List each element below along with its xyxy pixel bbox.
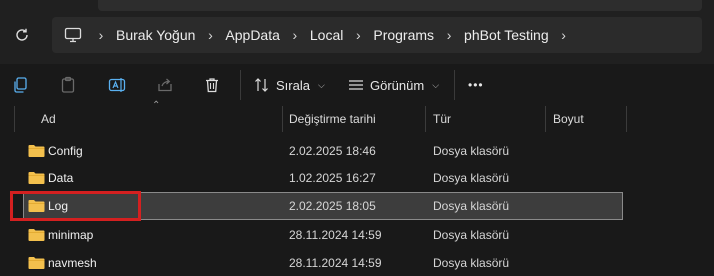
breadcrumb-local[interactable]: Local: [308, 27, 345, 43]
file-type: Dosya klasörü: [433, 228, 510, 242]
computer-icon[interactable]: [64, 26, 82, 44]
rename-icon: [108, 78, 126, 92]
view-icon: [349, 80, 363, 90]
breadcrumb-phbot-testing[interactable]: phBot Testing: [462, 27, 551, 43]
paste-icon: [61, 76, 75, 93]
more-icon: •••: [468, 78, 484, 92]
file-type: Dosya klasörü: [433, 171, 510, 185]
column-header: Ad Değiştirme tarihi Tür Boyut: [0, 106, 714, 132]
breadcrumb-chevron-icon[interactable]: ›: [345, 27, 371, 43]
column-divider[interactable]: [545, 106, 546, 132]
chevron-down-icon: ⌵: [432, 79, 440, 90]
address-bar[interactable]: › Burak Yoğun › AppData › Local › Progra…: [52, 17, 702, 53]
breadcrumb-appdata[interactable]: AppData: [223, 27, 281, 43]
copy-button[interactable]: [9, 74, 31, 96]
file-name: Config: [48, 144, 83, 158]
file-row[interactable]: Data 1.02.2025 16:27 Dosya klasörü: [24, 165, 622, 191]
toolbar-separator: [454, 70, 455, 100]
column-name-header[interactable]: Ad: [41, 106, 56, 132]
file-type: Dosya klasörü: [433, 199, 510, 213]
file-name: Data: [48, 171, 74, 185]
column-divider[interactable]: [626, 106, 627, 132]
breadcrumb-chevron-icon[interactable]: ›: [282, 27, 308, 43]
file-modified: 1.02.2025 16:27: [289, 171, 376, 185]
view-button[interactable]: Görünüm ⌵: [348, 74, 439, 96]
file-type: Dosya klasörü: [433, 256, 510, 270]
breadcrumb-chevron-icon[interactable]: ›: [88, 27, 114, 43]
copy-icon: [14, 77, 27, 93]
column-size-header[interactable]: Boyut: [553, 106, 584, 132]
breadcrumb-chevron-icon[interactable]: ›: [551, 27, 577, 43]
file-name: navmesh: [48, 256, 97, 270]
column-divider: [14, 106, 15, 132]
annotation-highlight-box: [10, 191, 141, 221]
sort-icon: [255, 78, 268, 92]
chevron-down-icon: ⌵: [317, 79, 325, 90]
share-icon: [158, 78, 172, 92]
file-row[interactable]: minimap 28.11.2024 14:59 Dosya klasörü: [24, 222, 622, 248]
breadcrumb-user[interactable]: Burak Yoğun: [114, 27, 197, 43]
file-modified: 28.11.2024 14:59: [289, 256, 382, 270]
column-divider[interactable]: [425, 106, 426, 132]
delete-button[interactable]: [201, 74, 223, 96]
file-modified: 2.02.2025 18:05: [289, 199, 376, 213]
view-label: Görünüm: [370, 77, 425, 93]
folder-icon: [28, 172, 45, 184]
file-type: Dosya klasörü: [433, 144, 510, 158]
more-options-button[interactable]: •••: [468, 74, 484, 96]
refresh-button[interactable]: [12, 25, 32, 45]
refresh-icon: [16, 28, 28, 41]
trash-icon: [206, 78, 218, 93]
column-divider[interactable]: [282, 106, 283, 132]
sort-button[interactable]: Sırala ⌵: [254, 74, 325, 96]
file-modified: 28.11.2024 14:59: [289, 228, 382, 242]
paste-button[interactable]: [57, 74, 79, 96]
sort-label: Sırala: [276, 77, 310, 93]
column-modified-header[interactable]: Değiştirme tarihi: [289, 106, 376, 132]
search-field-edge[interactable]: [98, 0, 702, 11]
toolbar-separator: [240, 70, 241, 100]
rename-button[interactable]: [106, 74, 128, 96]
folder-icon: [28, 257, 45, 269]
breadcrumb-chevron-icon[interactable]: ›: [197, 27, 223, 43]
folder-icon: [28, 145, 45, 157]
vertical-scrollbar[interactable]: [708, 106, 712, 274]
column-type-header[interactable]: Tür: [433, 106, 451, 132]
file-row[interactable]: Config 2.02.2025 18:46 Dosya klasörü: [24, 138, 622, 164]
file-row[interactable]: navmesh 28.11.2024 14:59 Dosya klasörü: [24, 250, 622, 276]
share-button[interactable]: [154, 74, 176, 96]
command-bar: Sırala ⌵ Görünüm ⌵ •••: [0, 64, 714, 106]
file-modified: 2.02.2025 18:46: [289, 144, 376, 158]
breadcrumb-chevron-icon[interactable]: ›: [436, 27, 462, 43]
folder-icon: [28, 229, 45, 241]
file-name: minimap: [48, 228, 94, 242]
breadcrumb-programs[interactable]: Programs: [371, 27, 436, 43]
